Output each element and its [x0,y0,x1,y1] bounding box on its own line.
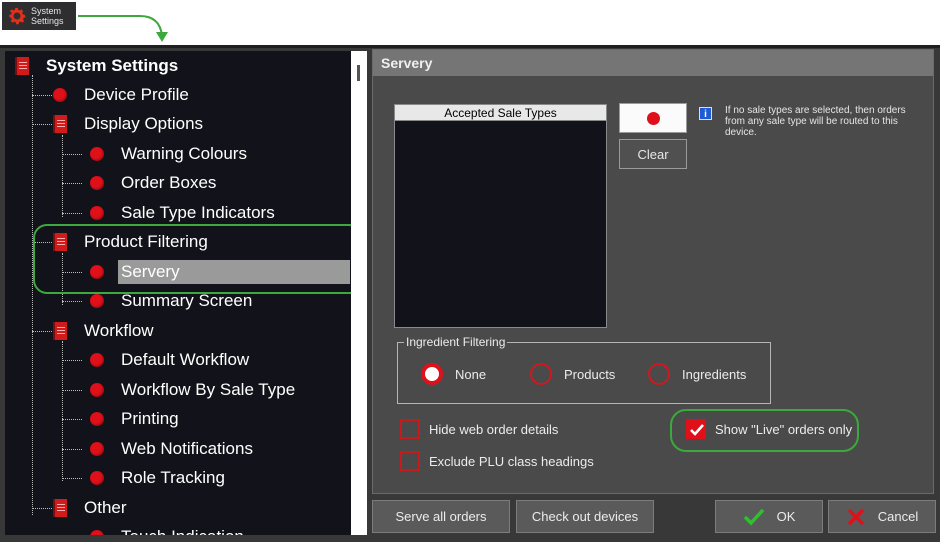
tree-item-product-filtering[interactable]: Product Filtering [53,229,211,255]
tree-connector [62,272,82,273]
tree-connector [62,213,82,214]
cancel-button[interactable]: Cancel [828,500,936,533]
tree-item-printing[interactable]: Printing [90,406,182,432]
tree-connector [62,360,82,361]
tree-item-other[interactable]: Other [53,495,130,521]
tree-item-warning-colours[interactable]: Warning Colours [90,141,250,167]
checkbox-box [686,419,706,439]
red-dot-icon [90,206,104,220]
gear-icon [9,7,26,25]
tree-connector [32,508,52,509]
tree-root-system-settings[interactable]: System Settings [15,53,181,79]
panel-title: Servery [373,50,933,76]
radio-unselected-icon [530,363,552,385]
system-settings-launcher[interactable]: System Settings [2,2,76,30]
close-icon [846,507,866,527]
radio-none[interactable]: None [421,363,486,385]
hide-web-order-details-checkbox[interactable]: Hide web order details [400,419,558,439]
tree-item-workflow[interactable]: Workflow [53,318,157,344]
tree-connector [62,390,82,391]
red-dot-icon [90,383,104,397]
tree-connector [62,301,82,302]
tree-item-sale-type-indicators[interactable]: Sale Type Indicators [90,200,278,226]
tree-item-default-workflow[interactable]: Default Workflow [90,347,252,373]
ok-button[interactable]: OK [715,500,823,533]
radio-selected-icon [421,363,443,385]
group-legend: Ingredient Filtering [404,335,508,349]
exclude-plu-class-headings-checkbox[interactable]: Exclude PLU class headings [400,451,594,471]
red-dot-icon [90,265,104,279]
tree-connector [32,242,52,243]
book-icon [53,322,67,340]
red-dot-icon [90,176,104,190]
settings-tree: System Settings Device Profile Display O… [5,51,351,535]
list-header: Accepted Sale Types [395,105,606,121]
info-text: If no sale types are selected, then orde… [725,105,906,138]
tree-connector [32,124,52,125]
tree-connector [32,75,33,515]
launcher-label: System Settings [31,6,64,26]
tree-item-touch-indication[interactable]: Touch Indication [90,524,247,535]
red-dot-icon [90,147,104,161]
red-dot-icon [53,88,67,102]
book-icon [53,115,67,133]
tree-connector [62,449,82,450]
tree-item-device-profile[interactable]: Device Profile [53,82,192,108]
select-sale-type-button[interactable] [619,103,687,133]
checkmark-icon [690,424,704,436]
tree-item-display-options[interactable]: Display Options [53,111,206,137]
scrollbar-thumb[interactable] [357,65,360,81]
radio-ingredients[interactable]: Ingredients [648,363,746,385]
tree-scrollbar[interactable] [351,51,367,535]
tree-item-summary-screen[interactable]: Summary Screen [90,288,255,314]
check-out-devices-button[interactable]: Check out devices [516,500,654,533]
tree-connector [62,154,82,155]
servery-panel: Servery Accepted Sale Types Clear i If n… [372,49,934,494]
clear-button[interactable]: Clear [619,139,687,169]
red-dot-icon [90,353,104,367]
tree-connector [32,95,52,96]
info-icon: i [699,107,712,120]
checkbox-box [400,419,420,439]
red-dot-icon [90,442,104,456]
tree-connector [62,183,82,184]
ingredient-filtering-group: Ingredient Filtering None Products Ingre… [397,335,771,404]
tree-connector [62,478,82,479]
checkbox-box [400,451,420,471]
tree-item-order-boxes[interactable]: Order Boxes [90,170,219,196]
accepted-sale-types-list[interactable]: Accepted Sale Types [394,104,607,328]
tree-connector [62,341,63,481]
tree-item-workflow-by-sale-type[interactable]: Workflow By Sale Type [90,377,298,403]
radio-unselected-icon [648,363,670,385]
serve-all-orders-button[interactable]: Serve all orders [372,500,510,533]
show-live-orders-only-checkbox[interactable]: Show "Live" orders only [686,419,852,439]
red-dot-icon [90,471,104,485]
tree-item-servery[interactable]: Servery [90,259,350,285]
settings-window: System Settings Device Profile Display O… [0,45,940,542]
tree-connector [62,253,63,305]
book-icon [15,57,29,75]
tree-item-role-tracking[interactable]: Role Tracking [90,465,228,491]
tree-connector [62,419,82,420]
red-dot-icon [90,294,104,308]
tree-connector [62,135,63,217]
red-dot-icon [646,111,660,125]
book-icon [53,499,67,517]
checkmark-icon [743,507,765,527]
window-top-border [0,45,940,48]
radio-products[interactable]: Products [530,363,615,385]
red-dot-icon [90,412,104,426]
red-dot-icon [90,530,104,535]
tree-connector [32,331,52,332]
tree-item-web-notifications[interactable]: Web Notifications [90,436,256,462]
book-icon [53,233,67,251]
